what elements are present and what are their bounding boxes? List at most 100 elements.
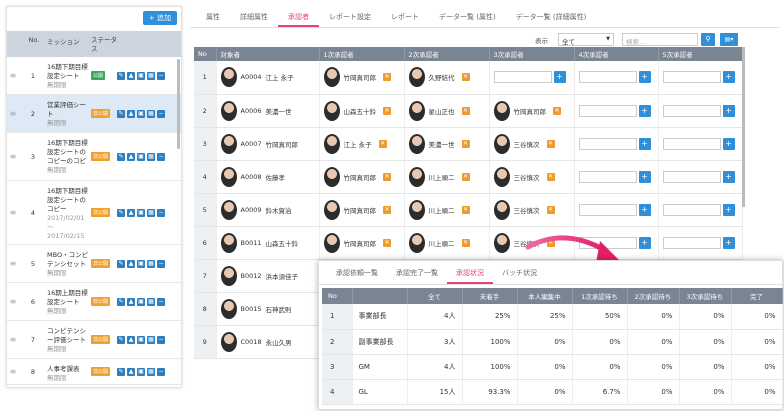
close-icon[interactable]: ✕ — [546, 172, 555, 181]
plus-icon[interactable]: + — [638, 170, 651, 183]
export-icon[interactable]: ▦ — [147, 335, 155, 344]
drag-handle-icon[interactable]: ≡ — [7, 359, 19, 384]
export-icon[interactable]: ▦ — [147, 208, 155, 217]
export-icon[interactable]: ▦ — [147, 152, 155, 161]
edit-icon[interactable]: ✎ — [117, 297, 125, 306]
close-icon[interactable]: ✕ — [383, 205, 391, 214]
mission-row[interactable]: ≡ 3 16期下期目標設定シートのコピーのコピ 無期限 非公開 ✎ ▲ ▣ ▦ − — [7, 133, 181, 181]
export-icon[interactable]: ▦ — [147, 367, 155, 376]
copy-icon[interactable]: ▣ — [137, 109, 145, 118]
main-scrollbar[interactable] — [742, 47, 745, 207]
remove-icon[interactable]: − — [157, 109, 165, 118]
mission-title[interactable]: 人事考課表 — [47, 365, 80, 373]
approver-empty-field[interactable] — [662, 137, 721, 150]
approver-empty-field[interactable] — [662, 104, 721, 117]
remove-icon[interactable]: − — [157, 71, 165, 80]
table-row[interactable]: 2 A0006 美濃一世 山森五十鈴 ✕ 星山正也 ✕ 竹岡真司郎 ✕ + + — [194, 94, 743, 128]
tab-2[interactable]: 承認者 — [278, 6, 319, 27]
close-icon[interactable]: ✕ — [383, 238, 391, 247]
lock-icon[interactable]: ▲ — [127, 367, 135, 376]
popup-tab-2[interactable]: 承認状況 — [447, 261, 493, 284]
lock-icon[interactable]: ▲ — [127, 109, 135, 118]
drag-handle-icon[interactable]: ≡ — [7, 283, 19, 320]
search-button[interactable]: ⚲ — [701, 33, 715, 46]
mission-title[interactable]: 16期下期目標設定シートのコピー — [47, 187, 88, 213]
plus-icon[interactable]: + — [722, 71, 735, 84]
approver-empty-field[interactable] — [662, 71, 721, 84]
approver-empty-field[interactable] — [662, 170, 721, 183]
copy-icon[interactable]: ▣ — [137, 335, 145, 344]
table-row[interactable]: 2 副事業部長 3人 100% 0% 0% 0% 0% 0% — [322, 329, 783, 355]
close-icon[interactable]: ✕ — [461, 73, 470, 82]
close-icon[interactable]: ✕ — [383, 172, 391, 181]
drag-handle-icon[interactable]: ≡ — [7, 321, 19, 358]
plus-icon[interactable]: + — [722, 170, 735, 183]
mission-title[interactable]: MBO・コンピテンシセット — [47, 251, 88, 268]
table-row[interactable]: 3 GM 4人 100% 0% 0% 0% 0% 0% — [322, 354, 783, 380]
drag-handle-icon[interactable]: ≡ — [7, 245, 19, 282]
lock-icon[interactable]: ▲ — [127, 335, 135, 344]
approver-empty-field[interactable] — [578, 137, 637, 150]
plus-icon[interactable]: + — [722, 137, 735, 150]
plus-icon[interactable]: + — [722, 236, 735, 249]
approver-empty-field[interactable] — [662, 203, 721, 216]
edit-icon[interactable]: ✎ — [117, 208, 125, 217]
export-icon[interactable]: ▦ — [147, 259, 155, 268]
lock-icon[interactable]: ▲ — [127, 71, 135, 80]
mission-row[interactable]: ≡ 5 MBO・コンピテンシセット 無期限 非公開 ✎ ▲ ▣ ▦ − — [7, 245, 181, 283]
plus-icon[interactable]: + — [722, 104, 735, 117]
close-icon[interactable]: ✕ — [461, 172, 470, 181]
remove-icon[interactable]: − — [157, 259, 165, 268]
remove-icon[interactable]: − — [157, 335, 165, 344]
copy-icon[interactable]: ▣ — [137, 367, 145, 376]
close-icon[interactable]: ✕ — [461, 238, 470, 247]
plus-icon[interactable]: + — [638, 203, 651, 216]
add-mission-button[interactable]: + 追加 — [142, 11, 177, 25]
drag-handle-icon[interactable]: ≡ — [7, 57, 19, 94]
table-row[interactable]: 3 A0007 竹岡真司郎 江上 永子 ✕ 美濃一世 ✕ 三谷慎次 ✕ + + — [194, 127, 743, 161]
approver-empty-field[interactable] — [578, 71, 637, 84]
left-scrollbar[interactable] — [177, 59, 180, 149]
edit-icon[interactable]: ✎ — [117, 367, 125, 376]
lock-icon[interactable]: ▲ — [127, 152, 135, 161]
popup-tab-1[interactable]: 承認完了一覧 — [387, 261, 447, 284]
lock-icon[interactable]: ▲ — [127, 297, 135, 306]
close-icon[interactable]: ✕ — [461, 205, 470, 214]
edit-icon[interactable]: ✎ — [117, 152, 125, 161]
table-row[interactable]: 4 A0008 佐藤孝 竹岡真司郎 ✕ 川上順二 ✕ 三谷慎次 ✕ + + — [194, 160, 743, 194]
table-row[interactable]: 4 GL 15人 93.3% 0% 6.7% 0% 0% 0% — [322, 379, 783, 405]
mission-row[interactable]: ≡ 2 営業評価シート 無期限 非公開 ✎ ▲ ▣ ▦ − — [7, 95, 181, 133]
tab-6[interactable]: データ一覧 (詳細属性) — [506, 6, 597, 27]
tab-3[interactable]: レポート設定 — [319, 6, 381, 27]
close-icon[interactable]: ✕ — [461, 139, 470, 148]
close-icon[interactable]: ✕ — [461, 106, 470, 115]
remove-icon[interactable]: − — [157, 367, 165, 376]
tab-4[interactable]: レポート — [381, 6, 429, 27]
drag-handle-icon[interactable]: ≡ — [7, 181, 19, 244]
approver-empty-field[interactable] — [662, 236, 721, 249]
table-row[interactable]: 1 A0004 江上 永子 竹岡真司郎 ✕ 久野結代 ✕ + + + — [194, 61, 743, 95]
remove-icon[interactable]: − — [157, 208, 165, 217]
remove-icon[interactable]: − — [157, 297, 165, 306]
copy-icon[interactable]: ▣ — [137, 297, 145, 306]
edit-icon[interactable]: ✎ — [117, 109, 125, 118]
edit-icon[interactable]: ✎ — [117, 71, 125, 80]
table-row[interactable]: 6 B0011 山森五十鈴 竹岡真司郎 ✕ 川上順二 ✕ 三谷慎次 ✕ + + — [194, 226, 743, 260]
mission-title[interactable]: 営業評価シート — [47, 101, 86, 118]
mission-title[interactable]: コンピテンシー評価シート — [47, 327, 86, 344]
close-icon[interactable]: ✕ — [546, 205, 555, 214]
mission-row[interactable]: ≡ 6 16期上期目標設定シート 無期限 非公開 ✎ ▲ ▣ ▦ − — [7, 283, 181, 321]
plus-icon[interactable]: + — [553, 71, 566, 84]
export-icon[interactable]: ▦ — [147, 71, 155, 80]
mission-title[interactable]: 16期上期目標設定シート — [47, 289, 88, 306]
mission-title[interactable]: 16期下期目標設定シート — [47, 63, 88, 80]
plus-icon[interactable]: + — [638, 104, 651, 117]
tab-1[interactable]: 詳細属性 — [230, 6, 278, 27]
lock-icon[interactable]: ▲ — [127, 208, 135, 217]
copy-icon[interactable]: ▣ — [137, 152, 145, 161]
search-input[interactable]: 検索... — [622, 33, 698, 46]
mission-row[interactable]: ≡ 1 16期下期目標設定シート 無期限 公開 ✎ ▲ ▣ ▦ − — [7, 57, 181, 95]
drag-handle-icon[interactable]: ≡ — [7, 133, 19, 180]
popup-tab-3[interactable]: バッチ状況 — [493, 261, 546, 284]
approver-empty-field[interactable] — [578, 170, 637, 183]
